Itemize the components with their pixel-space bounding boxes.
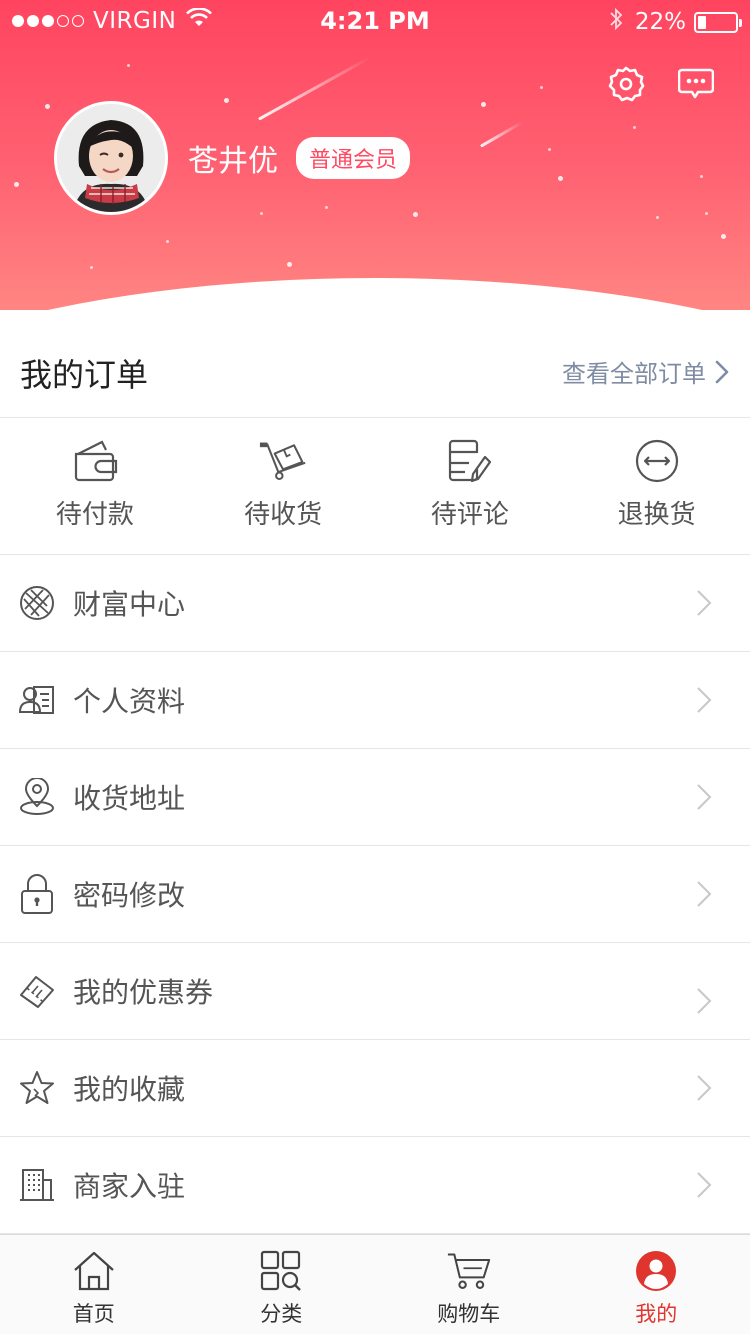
menu-item-label: 个人资料 <box>73 685 186 718</box>
star-icon <box>18 1069 56 1107</box>
tab-cart[interactable]: 购物车 <box>375 1235 563 1334</box>
gear-icon <box>607 65 645 107</box>
tab-label: 首页 <box>72 1302 115 1326</box>
header-curve <box>0 278 750 310</box>
menu-item-label: 密码修改 <box>73 879 186 912</box>
star-decoration <box>540 86 543 89</box>
menu-item-coupons[interactable]: 我的优惠券 <box>0 943 750 1040</box>
order-pending-review[interactable]: 待评论 <box>377 418 564 554</box>
messages-button[interactable] <box>676 66 716 106</box>
account-menu: 财富中心 个人资料 收货地址 密码修改 我的优惠券 我的收藏 商家入驻 <box>0 555 750 1234</box>
exchange-icon <box>633 438 681 484</box>
order-pending-payment[interactable]: 待付款 <box>0 418 190 554</box>
wallet-icon <box>71 438 119 484</box>
category-search-icon <box>259 1249 303 1293</box>
chevron-right-icon <box>696 589 712 621</box>
chat-bubble-icon <box>677 68 715 104</box>
menu-item-shipping-address[interactable]: 收货地址 <box>0 749 750 846</box>
tab-category[interactable]: 分类 <box>188 1235 376 1334</box>
tab-mine[interactable]: 我的 <box>563 1235 750 1334</box>
delivery-cart-icon <box>259 438 307 484</box>
chevron-right-icon <box>696 686 712 718</box>
order-status-row: 待付款 待收货 待评论 退换货 <box>0 418 750 555</box>
profile-header: VIRGIN 4:21 PM 22% 苍井优 普通会员 <box>0 0 750 310</box>
chevron-right-icon <box>696 1074 712 1106</box>
star-decoration <box>633 126 636 129</box>
coupon-icon <box>18 972 56 1010</box>
meteor-decoration <box>480 121 524 148</box>
membership-badge: 普通会员 <box>296 137 411 179</box>
tab-home[interactable]: 首页 <box>0 1235 188 1334</box>
lock-icon <box>18 874 56 914</box>
review-edit-icon <box>446 438 494 484</box>
order-pending-delivery[interactable]: 待收货 <box>190 418 377 554</box>
home-icon <box>72 1249 116 1293</box>
view-all-orders-label: 查看全部订单 <box>562 360 706 388</box>
view-all-orders-link[interactable]: 查看全部订单 <box>562 354 730 389</box>
location-pin-icon <box>18 778 56 816</box>
menu-item-label: 财富中心 <box>73 588 186 621</box>
tab-label: 购物车 <box>437 1302 501 1326</box>
battery-percent: 22% <box>634 9 686 35</box>
star-decoration <box>287 262 292 267</box>
order-returns[interactable]: 退换货 <box>563 418 750 554</box>
building-icon <box>18 1166 56 1204</box>
order-label: 待付款 <box>55 500 134 530</box>
star-decoration <box>127 64 130 67</box>
menu-item-merchant-join[interactable]: 商家入驻 <box>0 1137 750 1234</box>
menu-item-label: 收货地址 <box>73 782 186 815</box>
settings-button[interactable] <box>606 66 646 106</box>
shopping-cart-icon <box>447 1249 491 1293</box>
chevron-right-icon <box>696 880 712 912</box>
menu-item-wealth-center[interactable]: 财富中心 <box>0 555 750 652</box>
chevron-right-icon <box>696 783 712 815</box>
star-decoration <box>45 104 50 109</box>
orders-title: 我的订单 <box>20 356 149 394</box>
tab-label: 我的 <box>635 1302 678 1326</box>
menu-item-label: 我的优惠券 <box>73 976 214 1009</box>
tab-label: 分类 <box>260 1302 303 1326</box>
bluetooth-icon <box>609 7 623 37</box>
profile-summary[interactable]: 苍井优 普通会员 <box>54 101 411 215</box>
menu-item-change-password[interactable]: 密码修改 <box>0 846 750 943</box>
order-label: 退换货 <box>617 500 696 530</box>
star-decoration <box>548 148 551 151</box>
chevron-right-icon <box>696 987 712 1019</box>
battery-icon <box>694 11 742 33</box>
menu-item-label: 商家入驻 <box>73 1170 186 1203</box>
bottom-tab-bar: 首页 分类 购物车 我的 <box>0 1234 750 1334</box>
star-decoration <box>166 240 169 243</box>
aperture-icon <box>18 584 56 622</box>
avatar[interactable] <box>54 101 168 215</box>
order-label: 待收货 <box>244 500 323 530</box>
star-decoration <box>705 212 708 215</box>
order-label: 待评论 <box>430 500 509 530</box>
star-decoration <box>656 216 659 219</box>
menu-item-label: 我的收藏 <box>73 1073 186 1106</box>
menu-item-personal-info[interactable]: 个人资料 <box>0 652 750 749</box>
star-decoration <box>413 212 418 217</box>
battery-level <box>698 15 706 29</box>
chevron-right-icon <box>714 359 730 385</box>
star-decoration <box>481 102 486 107</box>
user-name: 苍井优 <box>188 144 278 179</box>
user-circle-icon <box>634 1249 678 1293</box>
status-bar: VIRGIN 4:21 PM 22% <box>0 0 750 40</box>
star-decoration <box>558 176 563 181</box>
chevron-right-icon <box>696 1171 712 1203</box>
star-decoration <box>721 234 726 239</box>
profile-card-icon <box>18 681 56 719</box>
orders-section-header: 我的订单 查看全部订单 <box>0 320 750 418</box>
star-decoration <box>14 182 19 187</box>
star-decoration <box>700 175 703 178</box>
star-decoration <box>90 266 93 269</box>
menu-item-favorites[interactable]: 我的收藏 <box>0 1040 750 1137</box>
